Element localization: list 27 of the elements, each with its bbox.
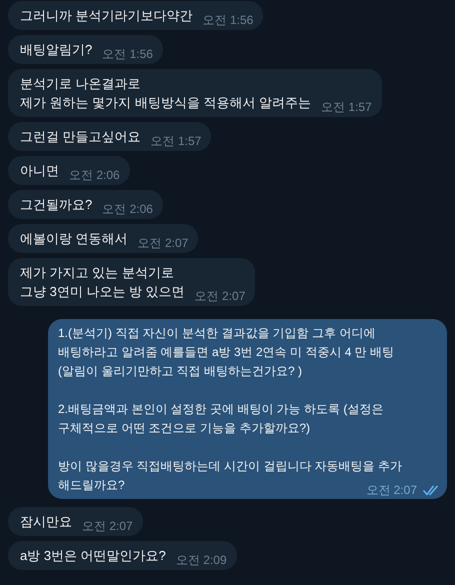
- message-text: 해드릴까요?: [58, 477, 125, 494]
- message-time: 오전 2:06: [69, 167, 120, 183]
- message-text: 2.배팅금액과 본인이 설정한 곳에 배팅이 가능 하도록 (설정은 구체적으로 어떤 조건으로 기능을 추가할까요?): [58, 401, 384, 437]
- message-text: 그런걸 만들고싶어요: [20, 128, 141, 146]
- message-text: 제가 가지고 있는 분석기로: [20, 264, 174, 282]
- message-time: 오전 2:09: [176, 552, 227, 568]
- message-text: 방이 많을경우 직접배팅하는데 시간이 걸립니다 자동배팅을 추가: [58, 458, 402, 475]
- message-time: 오전 2:07: [366, 482, 417, 498]
- message-time: 오전 1:57: [150, 133, 202, 149]
- message-text: 분석기로 나온결과로: [20, 75, 141, 93]
- message-text: 그러니까 분석기라기보다약간: [20, 7, 193, 25]
- message-time: 오전 2:07: [194, 288, 246, 304]
- message-text: 그건될까요?: [20, 196, 92, 214]
- message-text: a방 3번은 어떤말인가요?: [20, 547, 166, 565]
- message-text: 그냥 3연미 나오는 방 있으면: [20, 283, 185, 301]
- message-time: 오전 1:56: [102, 46, 153, 62]
- message-text: 배팅알림기?: [20, 41, 92, 59]
- message-time: 오전 2:06: [102, 201, 153, 217]
- message-text: 잠시만요: [20, 513, 72, 531]
- message-text: 1.(분석기) 직접 자신이 분석한 결과값을 기입함 그후 어디에 배팅하라고 알려줌 예를들면 a방 3번 2연속 미 적중시 4 만 배팅 (알림이 울리기만하고 직접 배팅하는건가요? ): [58, 325, 394, 380]
- message-time: 오전 1:57: [321, 99, 372, 115]
- message-text: 아니면: [20, 162, 59, 180]
- message-time: 오전 1:56: [202, 12, 254, 28]
- message-text: 에볼이랑 연동해서: [20, 230, 128, 248]
- message-time: 오전 2:07: [82, 518, 133, 534]
- message-time: 오전 2:07: [138, 235, 188, 251]
- message-text: 제가 원하는 몇가지 배팅방식을 적용해서 알려주는: [20, 94, 312, 112]
